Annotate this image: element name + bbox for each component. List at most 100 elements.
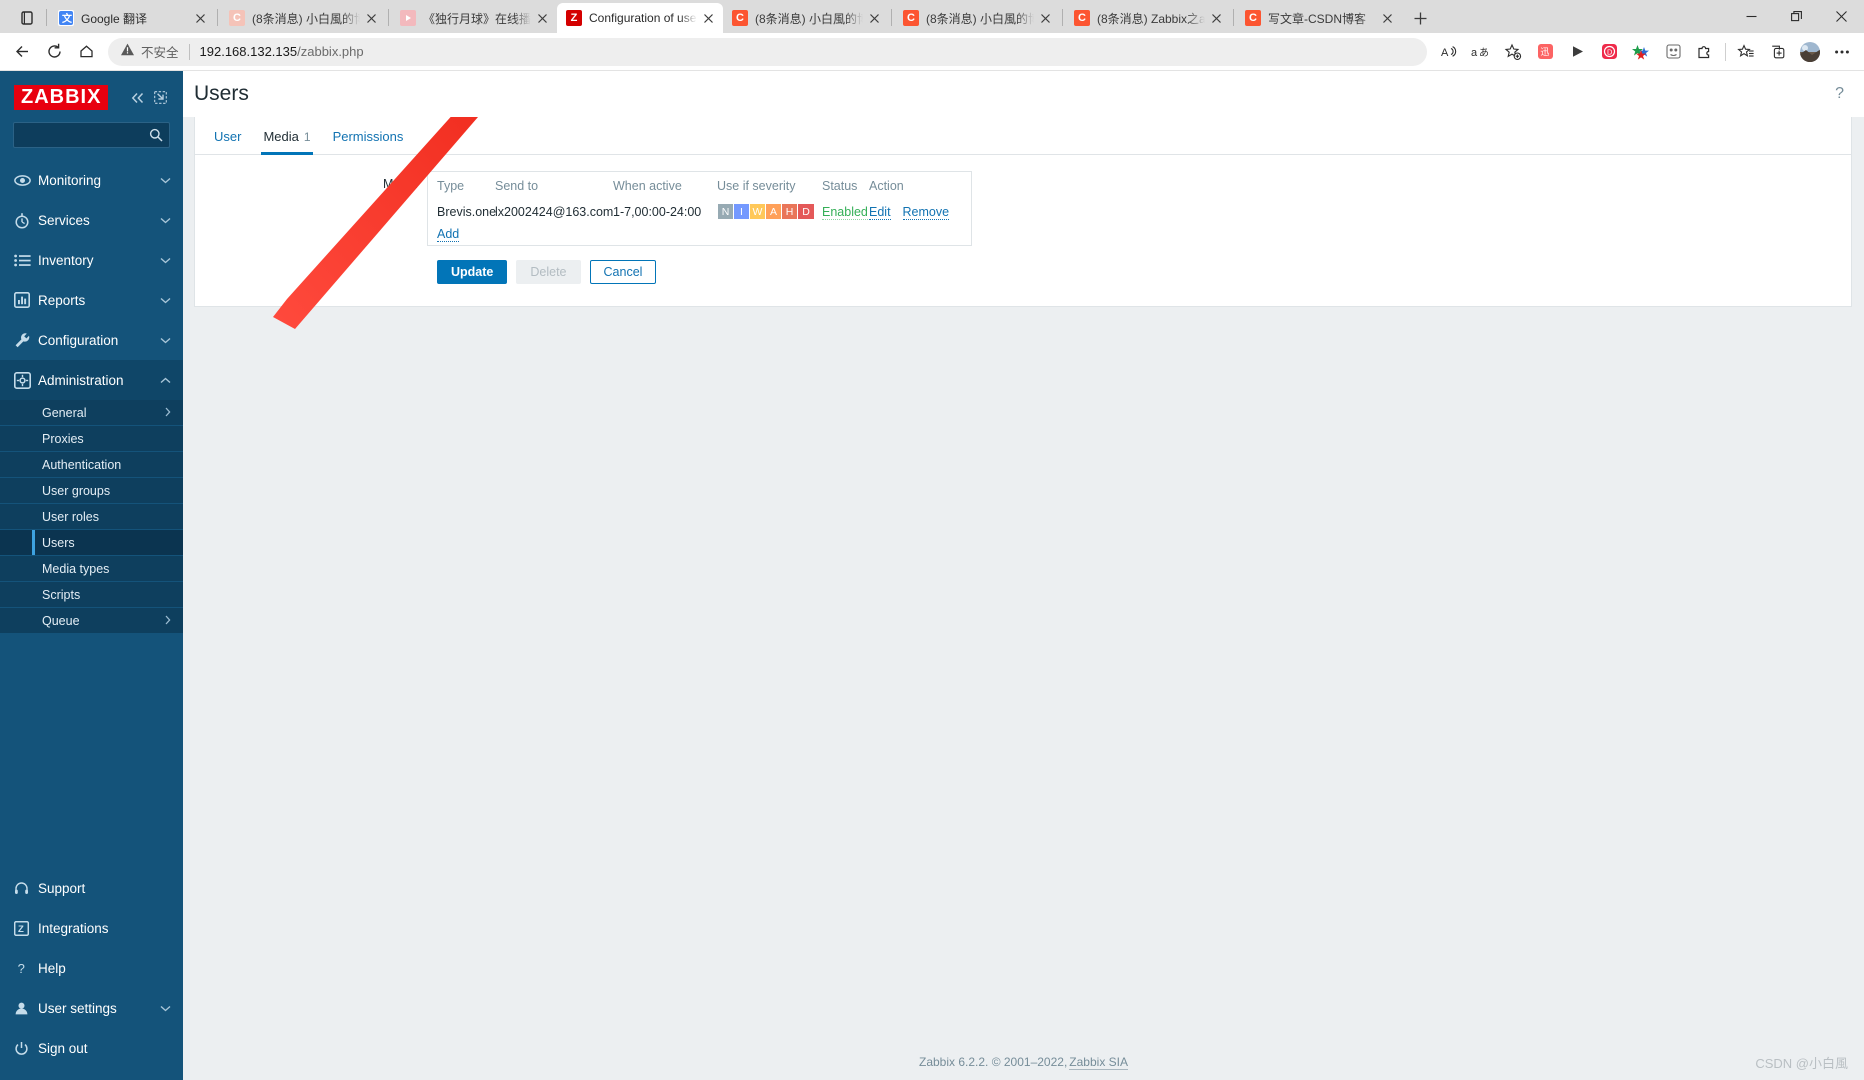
zabbix-logo[interactable]: ZABBIX bbox=[14, 85, 109, 111]
tab-close-icon[interactable] bbox=[531, 7, 553, 29]
browser-tab-1[interactable]: C (8条消息) 小白風的博客_ bbox=[220, 3, 386, 33]
sidebar-item-integrations[interactable]: Z Integrations bbox=[0, 908, 183, 948]
sidebar-item-help[interactable]: ? Help bbox=[0, 948, 183, 988]
severity-information[interactable]: I bbox=[734, 204, 750, 219]
severity-high[interactable]: H bbox=[782, 204, 798, 219]
sidebar-item-monitoring[interactable]: Monitoring bbox=[0, 160, 183, 200]
browser-tab-6[interactable]: C (8条消息) Zabbix之agent bbox=[1065, 3, 1231, 33]
profile-avatar-icon[interactable] bbox=[1794, 36, 1826, 68]
edit-link[interactable]: Edit bbox=[869, 204, 891, 220]
search-icon[interactable] bbox=[149, 128, 163, 142]
sidebar-item-services[interactable]: Services bbox=[0, 200, 183, 240]
media-table-header: Type Send to When active Use if severity… bbox=[428, 172, 971, 199]
tab-close-icon[interactable] bbox=[1376, 7, 1398, 29]
hide-sidebar-icon[interactable] bbox=[154, 91, 167, 105]
address-bar[interactable]: 不安全 192.168.132.135/zabbix.php bbox=[108, 37, 1427, 66]
browser-tab-5[interactable]: C (8条消息) 小白風的博客_ bbox=[894, 3, 1060, 33]
bar-chart-icon bbox=[14, 292, 38, 309]
maximize-restore-button[interactable] bbox=[1774, 0, 1819, 32]
sidebar-item-reports[interactable]: Reports bbox=[0, 280, 183, 320]
warning-triangle-icon bbox=[120, 42, 135, 62]
severity-warning[interactable]: W bbox=[750, 204, 766, 219]
tab-divider bbox=[891, 9, 892, 26]
severity-not-classified[interactable]: N bbox=[718, 204, 734, 219]
help-icon[interactable]: ? bbox=[1835, 85, 1844, 103]
extension-red-icon[interactable]: 迅 bbox=[1529, 36, 1561, 68]
zabbix-sia-link[interactable]: Zabbix SIA bbox=[1069, 1055, 1128, 1070]
read-aloud-icon[interactable]: A bbox=[1433, 36, 1465, 68]
tab-title: Google 翻译 bbox=[81, 11, 148, 26]
add-favorite-icon[interactable] bbox=[1497, 36, 1529, 68]
minimize-button[interactable] bbox=[1729, 0, 1774, 32]
status-badge[interactable]: Enabled bbox=[822, 204, 868, 220]
tab-media[interactable]: Media 1 bbox=[252, 129, 321, 155]
extension-gray-icon[interactable] bbox=[1657, 36, 1689, 68]
update-button[interactable]: Update bbox=[437, 260, 508, 284]
zabbix-sidebar: ZABBIX Monitoring Services Inventory Rep… bbox=[0, 71, 183, 1080]
browser-tab-7[interactable]: C 写文章-CSDN博客 bbox=[1236, 3, 1402, 33]
sidebar-item-sign-out[interactable]: Sign out bbox=[0, 1028, 183, 1068]
close-window-button[interactable] bbox=[1819, 0, 1864, 32]
gear-square-icon bbox=[14, 371, 38, 389]
sidebar-subitem-users[interactable]: Users bbox=[0, 530, 183, 557]
form-tabs: User Media 1 Permissions bbox=[195, 117, 1851, 155]
sidebar-subitem-label: General bbox=[42, 405, 87, 420]
colorful-extension-icon[interactable] bbox=[1625, 36, 1657, 68]
sidebar-subitem-scripts[interactable]: Scripts bbox=[0, 582, 183, 609]
tab-close-icon[interactable] bbox=[1034, 7, 1056, 29]
sidebar-bottom-menu: Support Z Integrations ? Help User setti… bbox=[0, 868, 183, 1080]
tab-user[interactable]: User bbox=[203, 129, 252, 154]
settings-more-icon[interactable] bbox=[1826, 36, 1858, 68]
home-icon[interactable] bbox=[70, 36, 102, 68]
tab-close-icon[interactable] bbox=[189, 7, 211, 29]
form-buttons: Update Delete Cancel bbox=[195, 246, 1851, 284]
media-form: Media Type Send to When active Use if se… bbox=[195, 155, 1851, 306]
sidebar-subitem-authentication[interactable]: Authentication bbox=[0, 452, 183, 479]
media-play-icon[interactable] bbox=[1561, 36, 1593, 68]
back-icon[interactable] bbox=[6, 36, 38, 68]
severity-disaster[interactable]: D bbox=[798, 204, 814, 219]
main-content: Users ? User Media 1 Permissions Media T… bbox=[183, 71, 1864, 1080]
sidebar-subitem-media-types[interactable]: Media types bbox=[0, 556, 183, 583]
tab-close-icon[interactable] bbox=[697, 7, 719, 29]
sidebar-item-administration[interactable]: Administration bbox=[0, 360, 183, 401]
tab-close-icon[interactable] bbox=[360, 7, 382, 29]
collapse-sidebar-icon[interactable] bbox=[131, 92, 145, 104]
collections-icon[interactable] bbox=[1762, 36, 1794, 68]
cancel-button[interactable]: Cancel bbox=[589, 260, 657, 284]
remove-link[interactable]: Remove bbox=[902, 204, 950, 220]
browser-tab-4[interactable]: C (8条消息) 小白風的博客_ bbox=[723, 3, 889, 33]
sidebar-subitem-label: User roles bbox=[42, 509, 99, 524]
sidebar-subitem-proxies[interactable]: Proxies bbox=[0, 426, 183, 453]
favorites-icon[interactable] bbox=[1730, 36, 1762, 68]
sidebar-item-configuration[interactable]: Configuration bbox=[0, 320, 183, 360]
tab-close-icon[interactable] bbox=[1205, 7, 1227, 29]
search-input[interactable] bbox=[20, 128, 149, 143]
tab-close-icon[interactable] bbox=[863, 7, 885, 29]
browser-tab-0[interactable]: 文 Google 翻译 bbox=[49, 3, 215, 33]
sidebar-search-box[interactable] bbox=[13, 122, 170, 149]
tab-title: (8条消息) 小白風的博客_ bbox=[926, 11, 1034, 26]
cell-type: Brevis.one bbox=[437, 204, 497, 219]
sidebar-subitem-queue[interactable]: Queue bbox=[0, 608, 183, 635]
new-tab-button[interactable] bbox=[1406, 4, 1434, 32]
severity-average[interactable]: A bbox=[766, 204, 782, 219]
add-media-link[interactable]: Add bbox=[437, 227, 460, 242]
sidebar-item-user-settings[interactable]: User settings bbox=[0, 988, 183, 1028]
sidebar-subitem-general[interactable]: General bbox=[0, 400, 183, 427]
sidebar-item-support[interactable]: Support bbox=[0, 868, 183, 908]
refresh-icon[interactable] bbox=[38, 36, 70, 68]
sidebar-subitem-user-groups[interactable]: User groups bbox=[0, 478, 183, 505]
sidebar-item-inventory[interactable]: Inventory bbox=[0, 240, 183, 280]
tab-permissions[interactable]: Permissions bbox=[322, 129, 415, 154]
browser-tab-2[interactable]: 《独行月球》在线播放完 bbox=[391, 3, 557, 33]
sidebar-item-label: Support bbox=[38, 880, 86, 896]
extensions-puzzle-icon[interactable] bbox=[1689, 36, 1721, 68]
video-icon bbox=[400, 10, 416, 26]
browser-tab-3-active[interactable]: Z Configuration of users bbox=[557, 3, 723, 33]
translate-icon[interactable]: aあ bbox=[1465, 36, 1497, 68]
sidebar-subitem-user-roles[interactable]: User roles bbox=[0, 504, 183, 531]
video-downloader-icon[interactable]: D bbox=[1593, 36, 1625, 68]
wrench-icon bbox=[14, 332, 38, 349]
tab-search-icon[interactable] bbox=[10, 3, 44, 33]
